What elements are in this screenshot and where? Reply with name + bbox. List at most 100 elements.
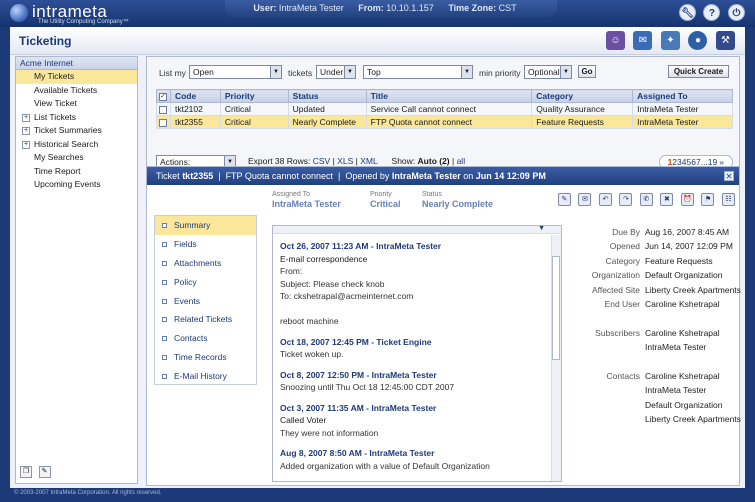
tab-attachments[interactable]: Attachments bbox=[155, 254, 256, 273]
status-meta: Status Nearly Complete bbox=[422, 191, 493, 209]
show-auto[interactable]: Auto (2) bbox=[418, 156, 450, 166]
sidebar-item[interactable]: My Tickets bbox=[16, 70, 137, 84]
ticket-detail-header: Ticket tkt2355 | FTP Quota cannot connec… bbox=[147, 167, 739, 185]
email-icon[interactable]: ✉ bbox=[578, 193, 592, 206]
alarm-icon[interactable]: ⏰ bbox=[680, 193, 694, 206]
column-header[interactable]: Code bbox=[169, 89, 221, 103]
column-header[interactable]: Status bbox=[287, 89, 367, 103]
tab-contacts[interactable]: Contacts bbox=[155, 329, 256, 348]
tab-label: Related Tickets bbox=[174, 314, 233, 325]
power-icon[interactable]: ⏻ bbox=[728, 4, 745, 21]
top-bar: intrameta The Utility Computing Company™… bbox=[0, 0, 755, 27]
sidebar-item[interactable]: Upcoming Events bbox=[16, 178, 137, 192]
table-row[interactable]: tkt2355 Critical Nearly Complete FTP Quota … bbox=[156, 115, 733, 129]
show-all-link[interactable]: all bbox=[457, 156, 466, 166]
wrench-icon[interactable]: 🔧︎ bbox=[678, 4, 696, 21]
detail-tabs: Summary Fields Attachments Policy Events Rela… bbox=[154, 215, 257, 385]
under-select[interactable]: Under ▼ bbox=[316, 65, 356, 79]
column-header[interactable]: Priority bbox=[219, 89, 289, 103]
network-icon[interactable]: ✦ bbox=[660, 31, 680, 50]
square-bullet-icon bbox=[162, 260, 167, 266]
export-xml-link[interactable]: XML bbox=[360, 156, 377, 166]
cell-category: Quality Assurance bbox=[531, 102, 634, 116]
export-csv-link[interactable]: CSV bbox=[313, 156, 330, 166]
assigned-meta: Assigned To IntraMeta Tester bbox=[272, 191, 341, 209]
row-select-cell[interactable] bbox=[156, 102, 171, 116]
export-xls-link[interactable]: XLS bbox=[337, 156, 353, 166]
sidebar-item[interactable]: Available Tickets bbox=[16, 84, 137, 98]
row-checkbox[interactable] bbox=[159, 105, 167, 114]
sidebar-item[interactable]: + List Tickets bbox=[16, 111, 137, 125]
table-row[interactable]: tkt2102 Critical Updated Service Call canno… bbox=[156, 102, 733, 116]
priority-select[interactable]: Optional ▼ bbox=[524, 65, 572, 79]
ticket-list-panel: List my Open ▼ tickets Under ▼ Top ▼ min pr… bbox=[146, 56, 740, 172]
status-select[interactable]: Open ▼ bbox=[189, 65, 282, 79]
tab-summary[interactable]: Summary bbox=[155, 216, 256, 235]
sidebar-item[interactable]: Time Report bbox=[16, 165, 137, 179]
priority-meta: Priority Critical bbox=[370, 191, 401, 209]
mail-open-icon[interactable]: ✆ bbox=[639, 193, 653, 206]
select-all-header[interactable]: ✓ bbox=[156, 89, 171, 103]
users-icon[interactable]: ☺ bbox=[605, 31, 625, 50]
tab-time-records[interactable]: Time Records bbox=[155, 348, 256, 367]
column-header[interactable]: Assigned To bbox=[632, 89, 733, 103]
tab-label: Policy bbox=[174, 276, 197, 287]
cell-code[interactable]: tkt2355 bbox=[169, 115, 221, 129]
field-row: Contacts Caroline Kshetrapal bbox=[567, 369, 737, 383]
chevron-down-icon: ▼ bbox=[344, 66, 355, 78]
chevron-down-icon[interactable]: ▼ bbox=[538, 226, 545, 232]
top-select[interactable]: Top ▼ bbox=[363, 65, 473, 79]
sidebar-org: Acme Internet bbox=[16, 57, 137, 70]
user-label: User: bbox=[253, 3, 277, 13]
close-icon[interactable]: ✕ bbox=[724, 171, 734, 181]
ticket-fields: Due By Aug 16, 2007 8:45 AM Opened Jun 14, … bbox=[567, 225, 741, 426]
tab-label: Fields bbox=[174, 238, 197, 249]
tab-policy[interactable]: Policy bbox=[155, 273, 256, 292]
sidebar-item-label: My Tickets bbox=[34, 71, 75, 81]
square-bullet-icon bbox=[162, 298, 167, 304]
tab-fields[interactable]: Fields bbox=[155, 235, 256, 254]
hierarchy-icon[interactable]: ☷ bbox=[722, 193, 735, 206]
note-icon[interactable]: ✎ bbox=[557, 193, 571, 206]
list-my-label: List my bbox=[159, 68, 186, 78]
quick-create-button[interactable]: Quick Create bbox=[668, 65, 729, 78]
ticket-detail-panel: Ticket tkt2355 | FTP Quota cannot connec… bbox=[146, 166, 741, 486]
field-value: IntraMeta Tester bbox=[645, 342, 707, 353]
select-all-checkbox[interactable]: ✓ bbox=[159, 92, 167, 101]
new-window-icon[interactable]: ❐ bbox=[20, 466, 32, 478]
sidebar-item-label: Ticket Summaries bbox=[34, 125, 102, 135]
go-button[interactable]: Go bbox=[578, 65, 596, 78]
column-header[interactable]: Category bbox=[531, 89, 634, 103]
help-icon[interactable]: ? bbox=[703, 4, 721, 21]
sidebar-item[interactable]: + Historical Search bbox=[16, 138, 137, 152]
history-scrollbar[interactable] bbox=[551, 235, 561, 481]
column-header[interactable]: Title bbox=[365, 89, 533, 103]
field-row: Due By Aug 16, 2007 8:45 AM bbox=[567, 225, 737, 239]
globe-icon[interactable]: ● bbox=[688, 31, 708, 50]
expand-icon[interactable]: + bbox=[22, 140, 30, 149]
forward-icon[interactable]: ↷ bbox=[619, 193, 633, 206]
ticket-icon[interactable]: ✉ bbox=[633, 31, 653, 50]
tools-icon[interactable]: ⚒ bbox=[716, 31, 735, 50]
session-info: User: IntraMeta Tester From: 10.10.1.157… bbox=[225, 0, 557, 18]
main-panel: Ticketing ☺ ✉ ✦ ● ⚒ Acme Internet My Tic… bbox=[10, 27, 745, 488]
trash-icon[interactable]: ✖ bbox=[660, 193, 674, 206]
priority-value: Critical bbox=[370, 199, 401, 209]
sidebar-item[interactable]: View Ticket bbox=[16, 97, 137, 111]
sidebar-item[interactable]: My Searches bbox=[16, 151, 137, 165]
tab-e-mail-history[interactable]: E-Mail History bbox=[155, 367, 256, 386]
edit-icon[interactable]: ✎ bbox=[38, 466, 51, 478]
expand-icon[interactable]: + bbox=[22, 127, 30, 135]
scrollbar-thumb[interactable] bbox=[552, 256, 560, 360]
tab-related-tickets[interactable]: Related Tickets bbox=[155, 310, 256, 329]
history-entry-header: Oct 18, 2007 12:45 PM - Ticket Engine bbox=[280, 336, 432, 347]
reply-icon[interactable]: ↶ bbox=[598, 193, 612, 206]
row-select-cell[interactable] bbox=[156, 115, 171, 129]
on-label: on bbox=[463, 171, 474, 181]
sidebar-item[interactable]: + Ticket Summaries bbox=[16, 124, 137, 138]
tab-events[interactable]: Events bbox=[155, 292, 256, 311]
expand-icon[interactable]: + bbox=[22, 113, 30, 122]
tag-icon[interactable]: ⚑ bbox=[701, 193, 715, 206]
cell-code[interactable]: tkt2102 bbox=[169, 102, 221, 116]
row-checkbox[interactable] bbox=[159, 118, 167, 127]
